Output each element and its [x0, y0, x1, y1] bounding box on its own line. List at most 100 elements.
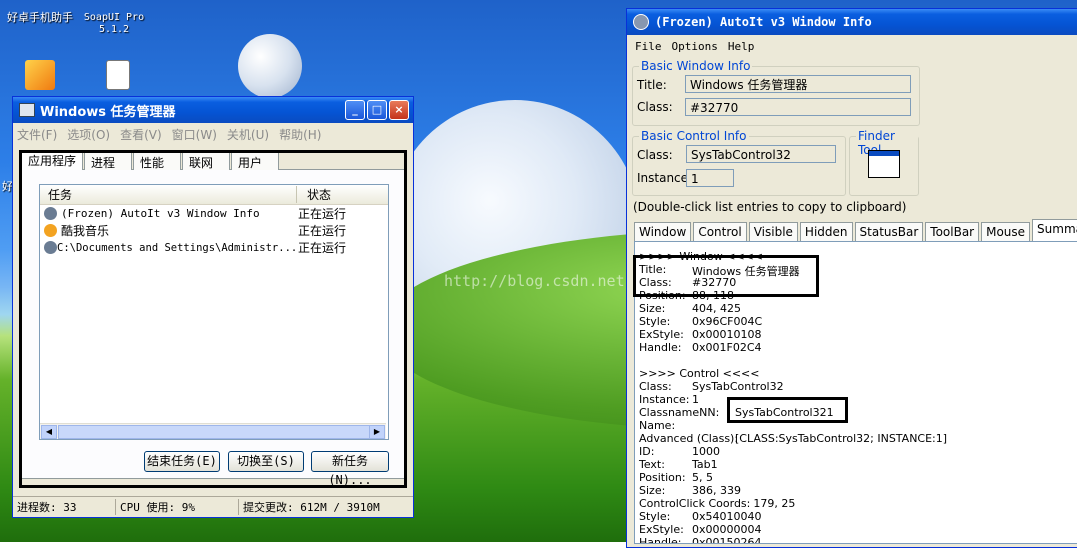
summary-line[interactable]: Handle: 0x001F02C4 — [639, 341, 762, 354]
tab-summary[interactable]: Summary — [1032, 219, 1077, 241]
summary-line[interactable]: ExStyle: 0x00000004 — [639, 523, 762, 536]
summary-value: SysTabControl32 — [692, 380, 784, 393]
group-title: Basic Window Info — [639, 59, 753, 73]
summary-value: [CLASS:SysTabControl32; INSTANCE:1] — [735, 432, 948, 445]
planet-decoration — [238, 34, 302, 98]
task-manager-title: Windows 任务管理器 — [40, 104, 176, 120]
menu-help[interactable]: Help — [728, 40, 755, 53]
summary-line[interactable]: ControlClick Coords: 179, 25 — [639, 497, 795, 510]
summary-key: ControlClick Coords: — [639, 497, 751, 510]
autoit-titlebar[interactable]: (Frozen) AutoIt v3 Window Info — [627, 9, 1077, 35]
summary-line[interactable]: Position: 5, 5 — [639, 471, 713, 484]
task-manager-statusbar: 进程数: 33 CPU 使用: 9% 提交更改: 612M / 3910M — [13, 496, 413, 517]
close-button[interactable]: × — [389, 100, 409, 120]
summary-line[interactable]: ExStyle: 0x00010108 — [639, 328, 762, 341]
desktop-icon-haozhuo[interactable]: 好卓手机助手 — [2, 0, 78, 24]
summary-key: Text: — [639, 458, 665, 471]
summary-key: Advanced (Class): — [639, 432, 739, 445]
menu-file[interactable]: File — [635, 40, 662, 53]
summary-line[interactable]: Name: — [639, 419, 675, 432]
summary-key: Style: — [639, 315, 671, 328]
menu-file[interactable]: 文件(F) — [17, 126, 57, 143]
summary-line[interactable]: Text: Tab1 — [639, 458, 718, 471]
summary-line[interactable]: Style: 0x96CF004C — [639, 315, 762, 328]
autoit-tabs: Window Control Visible Text Hidden Text … — [634, 219, 1077, 255]
task-manager-window[interactable]: Windows 任务管理器 _ □ × 文件(F) 选项(O) 查看(V) 窗口… — [12, 96, 414, 518]
class-label: Class: — [637, 100, 673, 114]
tab-visible-text[interactable]: Visible Text — [748, 222, 798, 255]
summary-value: 0x54010040 — [692, 510, 762, 523]
summary-key: ExStyle: — [639, 328, 684, 341]
orange-app-icon — [25, 60, 55, 90]
summary-value: Tab1 — [692, 458, 718, 471]
control-class-field[interactable]: SysTabControl32 — [686, 145, 836, 163]
clipboard-hint: (Double-click list entries to copy to cl… — [633, 200, 907, 214]
summary-line[interactable]: Class: SysTabControl32 — [639, 380, 784, 393]
commit-charge: 提交更改: 612M / 3910M — [243, 501, 380, 514]
tab-toolbar[interactable]: ToolBar — [925, 222, 980, 241]
menu-shutdown[interactable]: 关机(U) — [227, 126, 269, 143]
summary-value: 0x001F02C4 — [692, 341, 762, 354]
summary-line[interactable]: Style: 0x54010040 — [639, 510, 762, 523]
summary-value: 5, 5 — [692, 471, 713, 484]
switch-to-button[interactable]: 切换至(S) — [228, 451, 304, 472]
menu-options[interactable]: 选项(O) — [67, 126, 110, 143]
task-manager-menubar: 文件(F) 选项(O) 查看(V) 窗口(W) 关机(U) 帮助(H) — [13, 123, 413, 145]
finder-tool-icon[interactable] — [868, 150, 900, 178]
summary-key: Name: — [639, 419, 676, 432]
annotation-box-classnamenn — [727, 397, 848, 423]
summary-line[interactable]: Size: 386, 339 — [639, 484, 741, 497]
minimize-button[interactable]: _ — [345, 100, 365, 120]
desktop-icon-doc[interactable] — [98, 60, 138, 92]
menu-options[interactable]: Options — [672, 40, 718, 53]
instance-field[interactable]: 1 — [686, 169, 734, 187]
summary-line[interactable]: Instance: 1 — [639, 393, 699, 406]
summary-key: Position: — [639, 471, 686, 484]
desktop-icon-label: SoapUI Pro 5.1.2 — [83, 12, 145, 35]
task-manager-titlebar[interactable]: Windows 任务管理器 _ □ × — [13, 97, 413, 123]
summary-key: Size: — [639, 484, 666, 497]
control-class-label: Class: — [637, 148, 673, 162]
tab-statusbar[interactable]: StatusBar — [854, 222, 924, 241]
summary-line[interactable]: Handle: 0x00150264 — [639, 536, 762, 544]
summary-key: Handle: — [639, 341, 682, 354]
document-icon — [106, 60, 130, 90]
summary-key: Size: — [639, 302, 666, 315]
process-count: 进程数: 33 — [13, 499, 116, 515]
summary-line[interactable]: ClassnameNN: SysTabControl321 — [639, 406, 834, 419]
menu-help[interactable]: 帮助(H) — [279, 126, 321, 143]
summary-value: 0x00010108 — [692, 328, 762, 341]
window-title-field[interactable]: Windows 任务管理器 — [685, 75, 911, 93]
summary-line[interactable]: Size: 404, 425 — [639, 302, 741, 315]
end-task-button[interactable]: 结束任务(E) — [144, 451, 220, 472]
tab-hidden-text[interactable]: Hidden Text — [799, 222, 853, 255]
tab-mouse[interactable]: Mouse — [981, 222, 1031, 241]
summary-line[interactable]: Advanced (Class): [CLASS:SysTabControl32;… — [639, 432, 947, 445]
menu-view[interactable]: 查看(V) — [120, 126, 162, 143]
summary-value: 0x96CF004C — [692, 315, 763, 328]
tab-window[interactable]: Window — [634, 222, 692, 241]
annotation-box-tab-control — [19, 150, 407, 488]
desktop-icon-app[interactable] — [20, 60, 60, 92]
maximize-button[interactable]: □ — [367, 100, 387, 120]
desktop-icon-soapui[interactable]: SoapUI Pro 5.1.2 — [82, 0, 146, 36]
summary-value: 179, 25 — [753, 497, 796, 510]
group-title: Basic Control Info — [639, 129, 749, 143]
window-class-field[interactable]: #32770 — [685, 98, 911, 116]
watermark-text: http://blog.csdn.net — [444, 272, 625, 290]
summary-key: Style: — [639, 510, 671, 523]
autoit-title: (Frozen) AutoIt v3 Window Info — [655, 15, 872, 29]
menu-window[interactable]: 窗口(W) — [172, 126, 217, 143]
instance-label: Instance: — [637, 171, 693, 185]
summary-key: Handle: — [639, 536, 682, 544]
tab-control[interactable]: Control — [693, 222, 747, 241]
new-task-button[interactable]: 新任务(N)... — [311, 451, 389, 487]
summary-value: 404, 425 — [692, 302, 741, 315]
summary-key: Class: — [639, 380, 672, 393]
title-label: Title: — [637, 78, 667, 92]
summary-value: 0x00000004 — [692, 523, 762, 536]
summary-line[interactable]: ID: 1000 — [639, 445, 720, 458]
summary-key: ClassnameNN: — [639, 406, 720, 419]
summary-key: Instance: — [639, 393, 690, 406]
summary-key: ExStyle: — [639, 523, 684, 536]
